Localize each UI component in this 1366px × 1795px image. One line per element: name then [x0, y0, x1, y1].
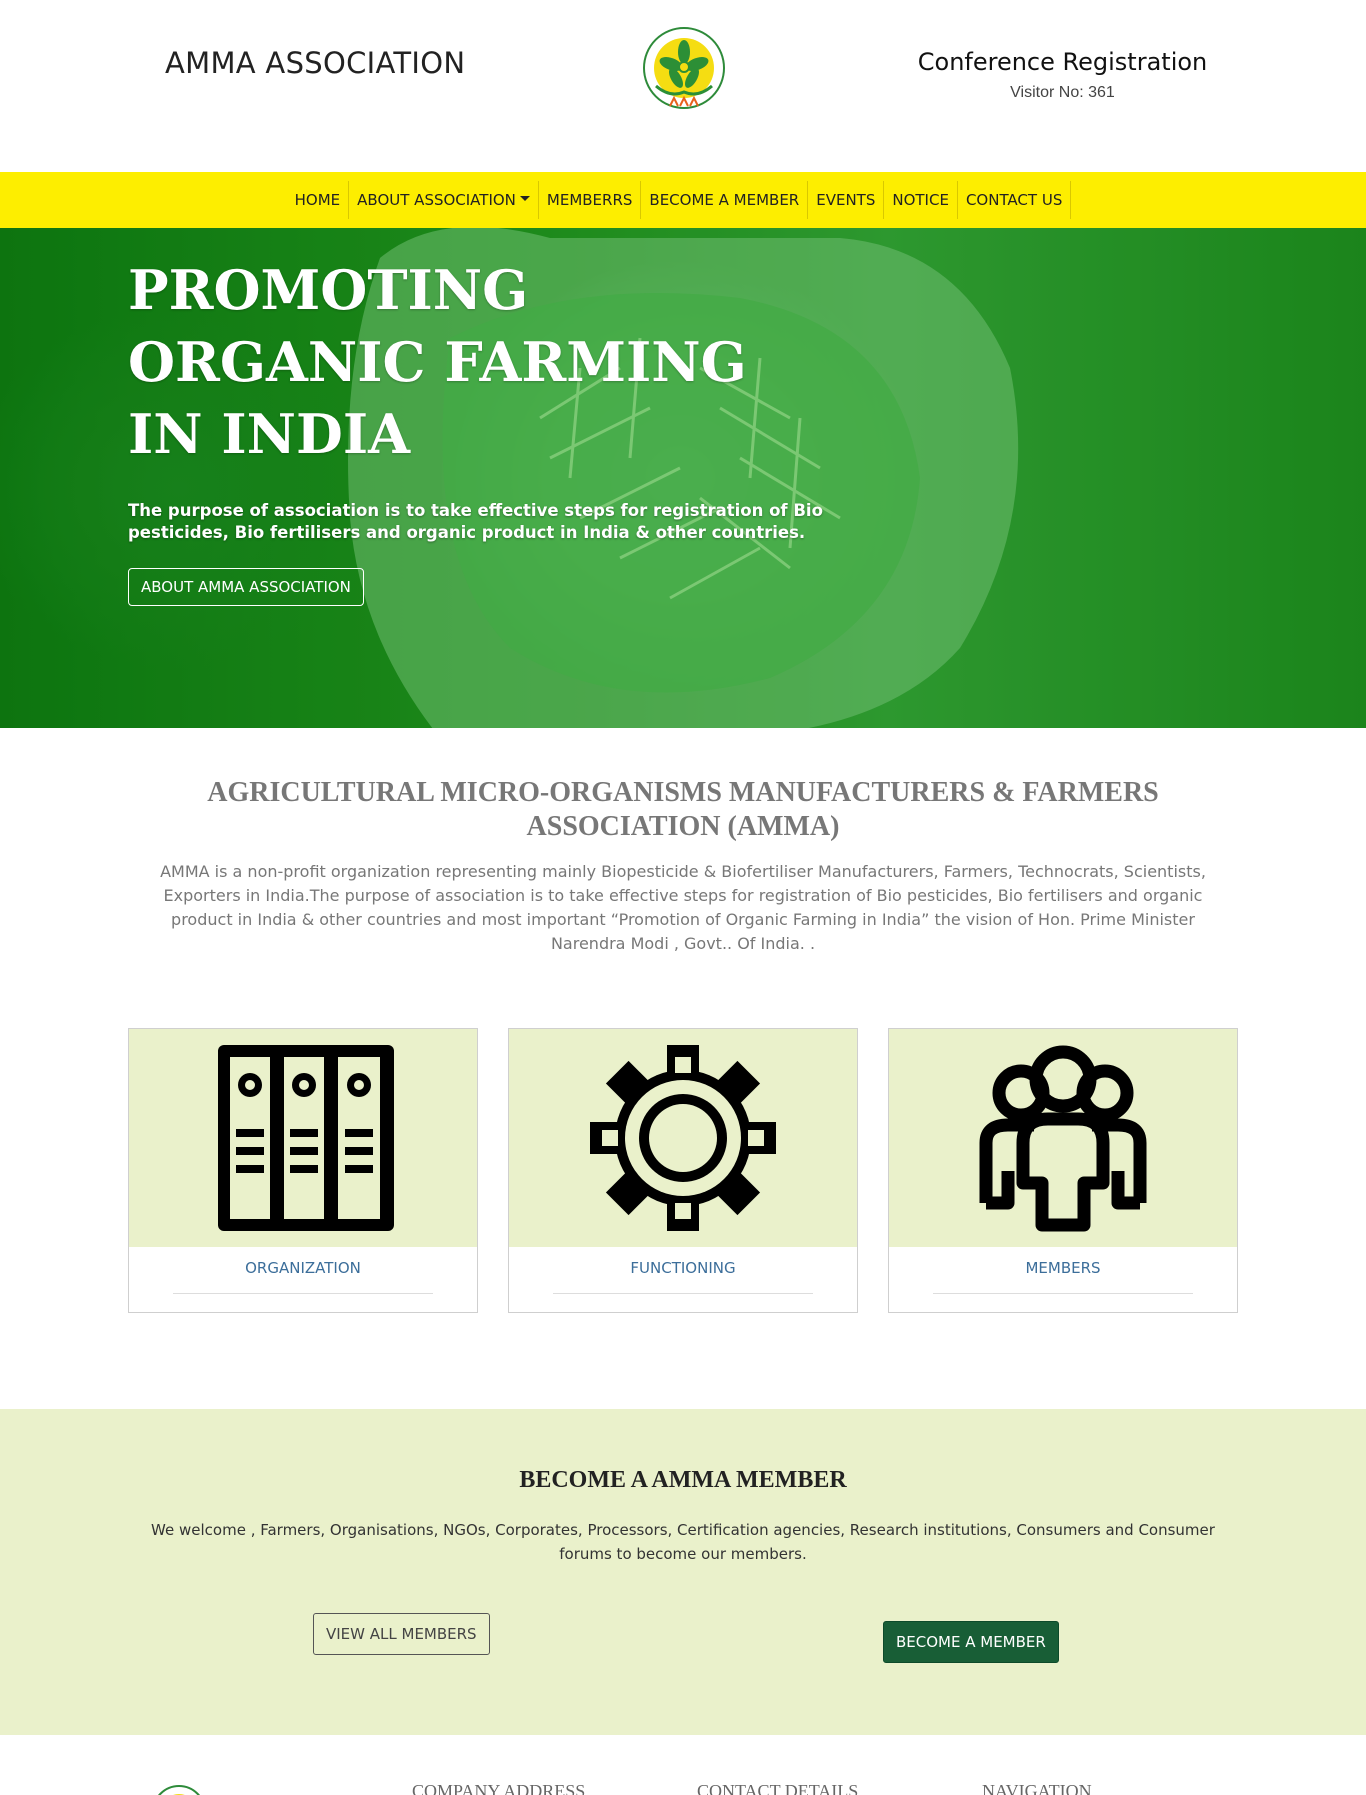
view-all-members-button[interactable]: VIEW ALL MEMBERS	[313, 1613, 490, 1655]
site-title[interactable]: AMMA ASSOCIATION	[165, 46, 465, 80]
hero-banner: PROMOTING ORGANIC FARMING IN INDIA The p…	[0, 228, 1366, 728]
people-group-icon	[979, 1045, 1147, 1232]
nav-label-about-association: ABOUT ASSOCIATION	[357, 191, 516, 209]
about-amma-button[interactable]: ABOUT AMMA ASSOCIATION	[128, 568, 364, 606]
become-member-section: BECOME A AMMA MEMBER We welcome , Farmer…	[0, 1409, 1366, 1735]
card-divider	[553, 1293, 813, 1294]
amma-logo[interactable]	[636, 24, 732, 120]
nav-label-events: EVENTS	[816, 191, 876, 209]
card-label-members[interactable]: MEMBERS	[889, 1259, 1237, 1277]
card-divider	[933, 1293, 1193, 1294]
footer-heading-navigation: NAVIGATION	[982, 1781, 1092, 1795]
nav-item-events[interactable]: EVENTS	[808, 181, 885, 219]
footer-heading-company-address: COMPANY ADDRESS	[412, 1781, 586, 1795]
filing-cabinet-icon	[218, 1045, 394, 1231]
registration-block: Conference Registration Visitor No: 361	[900, 48, 1225, 102]
card-image	[509, 1029, 857, 1247]
card-functioning[interactable]: FUNCTIONING	[508, 1028, 858, 1313]
card-members[interactable]: MEMBERS	[888, 1028, 1238, 1313]
nav-label-home: HOME	[294, 191, 341, 209]
gear-icon	[590, 1045, 776, 1231]
hero-title-line-2: ORGANIC FARMING	[128, 330, 747, 394]
about-heading: AGRICULTURAL MICRO-ORGANISMS MANUFACTURE…	[207, 777, 1159, 842]
card-image	[889, 1029, 1237, 1247]
footer-logo[interactable]	[150, 1783, 208, 1795]
feature-cards: ORGANIZATION FUNCTIONING MEMBERS	[128, 1028, 1238, 1313]
site-footer: COMPANY ADDRESS CONTACT DETAILS NAVIGATI…	[0, 1735, 1366, 1795]
footer-heading-contact-details: CONTACT DETAILS	[697, 1781, 859, 1795]
about-text: AMMA is a non-profit organization repres…	[160, 862, 1206, 953]
card-divider	[173, 1293, 433, 1294]
dropdown-caret-icon	[519, 195, 530, 201]
nav-list: HOME ABOUT ASSOCIATION MEMBERRS BECOME A…	[295, 181, 1072, 219]
card-image	[129, 1029, 477, 1247]
nav-label-members: MEMBERRS	[546, 191, 633, 209]
nav-label-contact-us: CONTACT US	[965, 191, 1063, 209]
card-label-functioning[interactable]: FUNCTIONING	[509, 1259, 857, 1277]
hero-title: PROMOTING ORGANIC FARMING IN INDIA	[128, 254, 768, 470]
hero-title-line-1: PROMOTING	[128, 258, 529, 322]
nav-item-become-member[interactable]: BECOME A MEMBER	[641, 181, 809, 219]
nav-item-contact-us[interactable]: CONTACT US	[958, 181, 1072, 219]
nav-label-notice: NOTICE	[892, 191, 949, 209]
visitor-counter: Visitor No: 361	[1010, 84, 1115, 101]
main-navbar: HOME ABOUT ASSOCIATION MEMBERRS BECOME A…	[0, 172, 1366, 228]
nav-item-about-association[interactable]: ABOUT ASSOCIATION	[349, 181, 539, 219]
card-label-organization[interactable]: ORGANIZATION	[129, 1259, 477, 1277]
nav-item-home[interactable]: HOME	[295, 181, 350, 219]
hero-title-line-3: IN INDIA	[128, 402, 411, 466]
card-organization[interactable]: ORGANIZATION	[128, 1028, 478, 1313]
nav-item-notice[interactable]: NOTICE	[884, 181, 958, 219]
hero-subtitle: The purpose of association is to take ef…	[128, 501, 823, 542]
site-header: AMMA ASSOCIATION Conference Registration…	[0, 0, 1366, 172]
member-section-title: BECOME A AMMA MEMBER	[519, 1467, 847, 1493]
nav-item-members[interactable]: MEMBERRS	[539, 181, 642, 219]
become-member-button[interactable]: BECOME A MEMBER	[883, 1621, 1059, 1663]
conference-registration-link[interactable]: Conference Registration	[900, 48, 1225, 76]
member-section-text: We welcome , Farmers, Organisations, NGO…	[151, 1521, 1215, 1563]
nav-label-become-member: BECOME A MEMBER	[649, 191, 800, 209]
